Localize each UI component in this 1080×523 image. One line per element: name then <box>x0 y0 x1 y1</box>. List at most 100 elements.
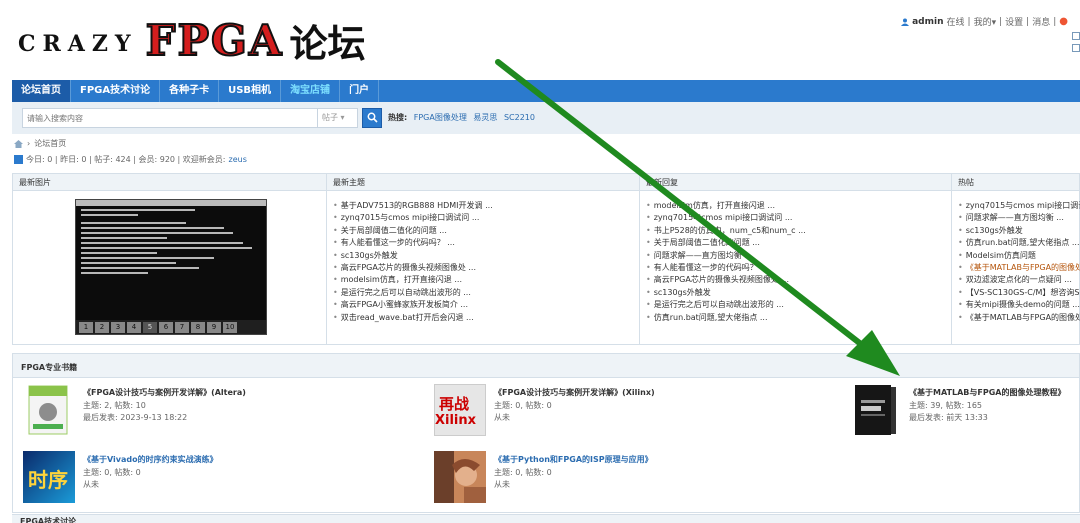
reply-item[interactable]: 关于局部阈值二值化的问题 ... <box>646 237 806 249</box>
my-menu[interactable]: 我的▾ <box>974 15 997 28</box>
book-cover-altera[interactable] <box>23 384 75 436</box>
reply-item[interactable]: 高云FPGA芯片的摄像头视频图像处 ... <box>646 274 806 286</box>
image-page-2[interactable]: 2 <box>95 321 109 333</box>
hot-post-item[interactable]: 《基于MATLAB与FPGA的图像处理 <box>958 262 1080 274</box>
terminal-line <box>81 262 176 264</box>
reply-item[interactable]: 问题求解——直方图均衡 ... <box>646 250 806 262</box>
doc-icon[interactable] <box>1072 44 1080 52</box>
reply-item[interactable]: sc130gs外触发 <box>646 287 806 299</box>
nav-daughter-cards[interactable]: 各种子卡 <box>160 80 220 102</box>
topic-item[interactable]: 是运行完之后可以自动跳出波形的 ... <box>333 287 493 299</box>
stats-text: 今日: 0 | 昨日: 0 | 帖子: 424 | 会员: 920 | 欢迎新会… <box>26 155 226 164</box>
search-button[interactable] <box>362 108 382 128</box>
image-page-9[interactable]: 9 <box>207 321 221 333</box>
books-header: FPGA专业书籍 <box>13 354 1079 378</box>
topic-item[interactable]: 高云FPGA芯片的摄像头视频图像处 ... <box>333 262 493 274</box>
reply-item[interactable]: 仿真run.bat问题,望大佬指点 ... <box>646 312 806 324</box>
book-title[interactable]: 《FPGA设计技巧与案例开发详解》(Xilinx) <box>494 387 655 398</box>
book-cover-vivado[interactable]: 时序 <box>23 451 75 503</box>
main-nav: 论坛首页 FPGA技术讨论 各种子卡 USB相机 淘宝店铺 门户 <box>12 80 1080 102</box>
topic-item[interactable]: 基于ADV7513的RGB888 HDMI开发调 ... <box>333 200 493 212</box>
hot-post-item[interactable]: sc130gs外触发 <box>958 225 1080 237</box>
nav-usb-camera[interactable]: USB相机 <box>219 80 282 102</box>
messages-link[interactable]: 消息 <box>1032 15 1050 28</box>
terminal-line <box>81 227 224 229</box>
hot-post-item[interactable]: 有关mipi摄像头demo的问题 ... <box>958 299 1080 311</box>
hot-post-item[interactable]: Modelsim仿真问题 <box>958 250 1080 262</box>
hot-search-word[interactable]: SC2210 <box>504 113 535 122</box>
logo-fpga-text: FPGA <box>145 15 284 66</box>
image-page-1[interactable]: 1 <box>79 321 93 333</box>
settings-link[interactable]: 设置 <box>1005 15 1023 28</box>
topic-item[interactable]: sc130gs外触发 <box>333 250 493 262</box>
reply-item[interactable]: modelsim仿真，打开直接闪退 ... <box>646 200 806 212</box>
image-page-7[interactable]: 7 <box>175 321 189 333</box>
home-icon[interactable] <box>14 139 23 148</box>
hot-post-item[interactable]: 问题求解——直方图均衡 ... <box>958 212 1080 224</box>
logo-forum-text: 论坛 <box>289 21 366 66</box>
hot-post-item[interactable]: 【VS-SC130GS-C/M】想咨询SC1 <box>958 287 1080 299</box>
separator: | <box>1053 16 1057 27</box>
book-cover-matlab[interactable] <box>849 384 901 436</box>
breadcrumb-home[interactable]: 论坛首页 <box>34 138 66 149</box>
hot-post-item[interactable]: 仿真run.bat问题,望大佬指点 ... <box>958 237 1080 249</box>
reply-item[interactable]: 有人能看懂这一步的代码吗？ ... <box>646 262 806 274</box>
username-link[interactable]: admin <box>912 17 943 27</box>
book-title[interactable]: 《基于Python和FPGA的ISP原理与应用》 <box>494 454 653 465</box>
topic-item[interactable]: 关于局部阈值二值化的问题 ... <box>333 225 493 237</box>
column-divider <box>951 174 952 344</box>
topic-item[interactable]: 有人能看懂这一步的代码吗？ ... <box>333 237 493 249</box>
cover-text: 再战 <box>439 395 470 413</box>
forum-stats: 今日: 0 | 昨日: 0 | 帖子: 424 | 会员: 920 | 欢迎新会… <box>14 154 247 165</box>
topic-item[interactable]: 高云FPGA小蜜蜂家族开发板简介 ... <box>333 299 493 311</box>
site-logo[interactable]: CRAZY FPGA 论坛 <box>18 14 366 66</box>
nav-taobao-shop[interactable]: 淘宝店铺 <box>281 80 341 102</box>
hot-search-word[interactable]: 易灵思 <box>473 113 497 122</box>
new-member-link[interactable]: zeus <box>229 155 247 164</box>
image-page-5[interactable]: 5 <box>143 321 157 333</box>
hot-post-item[interactable]: 双边滤波定点化的一点疑问 ... <box>958 274 1080 286</box>
terminal-line <box>81 257 214 259</box>
nav-portal[interactable]: 门户 <box>340 80 380 102</box>
mail-icon[interactable] <box>1072 32 1080 40</box>
logo-crazy-text: CRAZY <box>18 31 138 57</box>
terminal-line <box>81 222 186 224</box>
image-page-8[interactable]: 8 <box>191 321 205 333</box>
reply-item[interactable]: 书上P528的仿真中，num_c5和num_c ... <box>646 225 806 237</box>
image-page-4[interactable]: 4 <box>127 321 141 333</box>
book-cover-python-isp[interactable] <box>434 451 486 503</box>
topic-item[interactable]: modelsim仿真，打开直接闪退 ... <box>333 274 493 286</box>
latest-image-thumbnail[interactable]: 1 2 3 4 5 6 7 8 9 10 <box>75 199 267 335</box>
book-forum-python-isp[interactable]: 《基于Python和FPGA的ISP原理与应用》 主题: 0, 帖数: 0 从未 <box>434 451 834 503</box>
user-icon <box>901 18 910 26</box>
book-title[interactable]: 《FPGA设计技巧与案例开发详解》(Altera) <box>83 387 246 398</box>
hot-search-word[interactable]: FPGA图像处理 <box>414 113 467 122</box>
header-hot-posts: 热帖 <box>958 178 974 187</box>
bell-icon[interactable]: ● <box>1059 16 1068 27</box>
nav-home[interactable]: 论坛首页 <box>12 80 71 102</box>
topic-item[interactable]: 双击read_wave.bat打开后会闪退 ... <box>333 312 493 324</box>
image-page-10[interactable]: 10 <box>223 321 237 333</box>
hot-post-item[interactable]: zynq7015与cmos mipi接口调试问 <box>958 200 1080 212</box>
nav-fpga-discussion[interactable]: FPGA技术讨论 <box>71 80 161 102</box>
search-type-select[interactable]: 帖子 ▾ <box>318 108 358 128</box>
site-header: CRAZY FPGA 论坛 admin 在线 | 我的▾ | 设置 | 消息 |… <box>0 0 1080 80</box>
book-topic-count: 主题: 39, 帖数: 165 <box>909 401 983 410</box>
hot-post-item[interactable]: 《基于MATLAB与FPGA的图像处理 <box>958 312 1080 324</box>
book-title[interactable]: 《基于MATLAB与FPGA的图像处理教程》 <box>909 387 1065 398</box>
book-cover-xilinx[interactable]: 再战 Xilinx <box>434 384 486 436</box>
search-input[interactable] <box>22 108 318 128</box>
book-forum-vivado[interactable]: 时序 《基于Vivado的时序约束实战演练》 主题: 0, 帖数: 0 从未 <box>23 451 423 503</box>
book-forum-altera[interactable]: 《FPGA设计技巧与案例开发详解》(Altera) 主题: 2, 帖数: 10 … <box>23 384 423 436</box>
breadcrumb-separator: › <box>27 139 31 148</box>
terminal-line <box>81 232 233 234</box>
book-title[interactable]: 《基于Vivado的时序约束实战演练》 <box>83 454 218 465</box>
image-page-3[interactable]: 3 <box>111 321 125 333</box>
reply-item[interactable]: 是运行完之后可以自动跳出波形的 ... <box>646 299 806 311</box>
book-forum-xilinx[interactable]: 再战 Xilinx 《FPGA设计技巧与案例开发详解》(Xilinx) 主题: … <box>434 384 834 436</box>
reply-item[interactable]: zynq7015与cmos mipi接口调试问 ... <box>646 212 806 224</box>
book-forum-matlab[interactable]: 《基于MATLAB与FPGA的图像处理教程》 主题: 39, 帖数: 165 最… <box>849 384 1080 436</box>
topic-item[interactable]: zynq7015与cmos mipi接口调试问 ... <box>333 212 493 224</box>
search-bar: 帖子 ▾ 热搜: FPGA图像处理 易灵思 SC2210 <box>12 102 1080 134</box>
image-page-6[interactable]: 6 <box>159 321 173 333</box>
